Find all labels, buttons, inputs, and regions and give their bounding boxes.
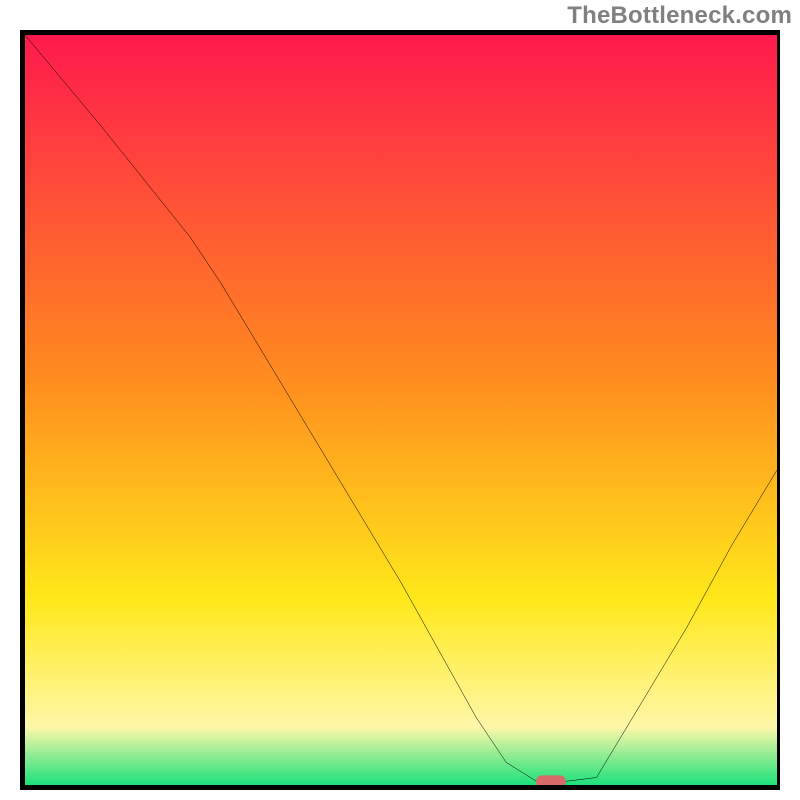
watermark-text: TheBottleneck.com	[567, 2, 792, 30]
chart-frame	[20, 30, 780, 790]
optimal-point-marker	[536, 776, 566, 787]
bottleneck-curve	[25, 35, 777, 785]
chart-canvas: TheBottleneck.com	[0, 0, 800, 800]
